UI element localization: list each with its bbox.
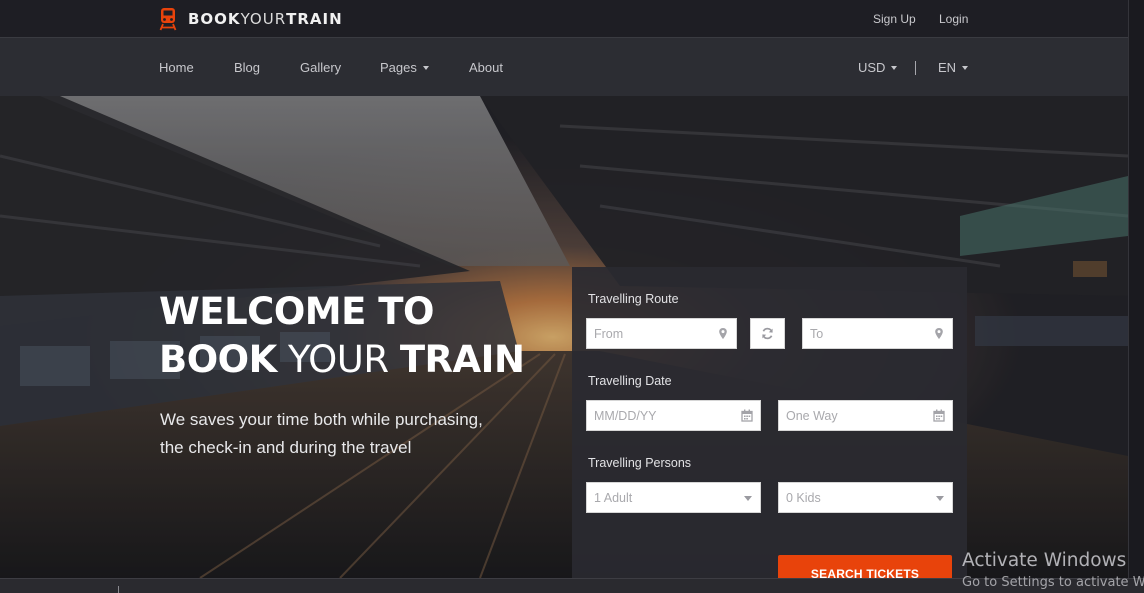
hero-heading-line2: BOOK YOUR TRAIN [159,338,525,381]
calendar-icon [741,409,753,422]
vertical-scrollbar[interactable] [1128,0,1144,578]
hero-heading: WELCOME TO BOOK YOUR TRAIN [159,288,525,384]
nav-pages-dropdown[interactable]: Pages [380,60,429,75]
scrollbar-tick [118,586,119,593]
currency-dropdown[interactable]: USD [858,60,898,75]
chevron-down-icon [422,66,429,70]
login-link[interactable]: Login [939,12,968,26]
map-pin-icon [935,328,943,339]
nav-blog[interactable]: Blog [234,60,260,75]
travelling-persons-label: Travelling Persons [588,456,692,470]
activate-windows-subtitle: Go to Settings to activate Windows. [962,575,1144,590]
chevron-down-icon [962,66,969,70]
kids-select[interactable]: 0 Kids [778,482,953,513]
hero-subtitle: We saves your time both while purchasing… [160,410,483,457]
hero-heading-line1: WELCOME TO [159,290,434,333]
map-pin-icon [719,328,727,339]
chevron-down-icon [936,496,944,501]
brand-logo[interactable]: BOOKYOURTRAIN [159,6,343,32]
nav-divider [915,61,916,75]
date-input[interactable]: MM/DD/YY [586,400,761,431]
nav-about[interactable]: About [469,60,503,75]
trip-type-input[interactable]: One Way [778,400,953,431]
nav-home[interactable]: Home [159,60,194,75]
activate-windows-title: Activate Windows [962,550,1127,571]
currency-label: USD [858,60,886,75]
adults-select[interactable]: 1 Adult [586,482,761,513]
top-bar: BOOKYOURTRAIN Sign Up Login [0,0,1128,37]
refresh-icon [762,327,773,340]
language-dropdown[interactable]: EN [938,60,969,75]
to-input[interactable]: To [802,318,953,349]
chevron-down-icon [744,496,752,501]
signup-link[interactable]: Sign Up [873,12,916,26]
train-icon [159,8,177,31]
language-label: EN [938,60,957,75]
brand-name: BOOKYOURTRAIN [188,10,343,28]
chevron-down-icon [891,66,898,70]
calendar-icon [933,409,945,422]
travelling-route-label: Travelling Route [588,292,679,306]
main-navigation: Home Blog Gallery Pages About USD EN [0,37,1128,96]
swap-route-button[interactable] [750,318,785,349]
travelling-date-label: Travelling Date [588,374,672,388]
nav-gallery[interactable]: Gallery [300,60,341,75]
nav-pages-label: Pages [380,60,417,75]
from-input[interactable]: From [586,318,737,349]
